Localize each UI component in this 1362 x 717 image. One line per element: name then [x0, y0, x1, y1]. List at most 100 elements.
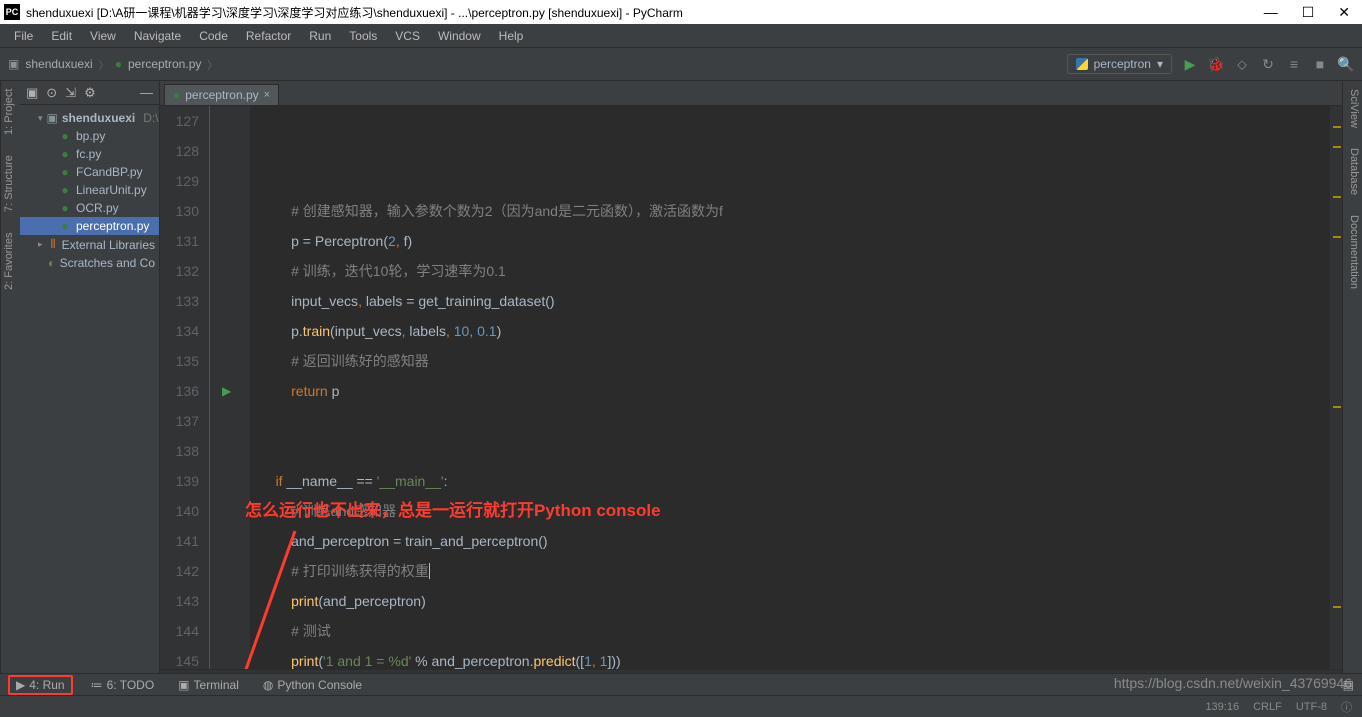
debug-button[interactable]: 🐞 [1208, 56, 1224, 72]
concurrency-button[interactable]: ≡ [1286, 56, 1302, 72]
menu-navigate[interactable]: Navigate [128, 27, 187, 45]
menu-tools[interactable]: Tools [343, 27, 383, 45]
python-file-icon: ● [58, 129, 72, 143]
run-config-label: perceptron [1094, 57, 1151, 71]
chevron-right-icon: 〉 [99, 57, 109, 72]
left-tab-structure[interactable]: 7: Structure [3, 155, 18, 212]
library-icon: ⦀ [49, 237, 58, 252]
menu-view[interactable]: View [84, 27, 122, 45]
python-file-icon: ● [58, 219, 72, 233]
menu-help[interactable]: Help [493, 27, 530, 45]
run-gutter[interactable]: ▶ [210, 106, 250, 669]
folder-icon: ▣ [47, 111, 58, 125]
menu-code[interactable]: Code [193, 27, 234, 45]
menu-file[interactable]: File [8, 27, 39, 45]
stop-button[interactable]: ■ [1312, 56, 1328, 72]
menubar: File Edit View Navigate Code Refactor Ru… [0, 24, 1362, 48]
right-tab-documentation[interactable]: Documentation [1345, 215, 1360, 289]
folder-icon: ▣ [8, 57, 19, 71]
breadcrumb-file[interactable]: perceptron.py [128, 57, 201, 71]
tree-file[interactable]: ●FCandBP.py [20, 163, 159, 181]
list-icon: ≔ [91, 678, 103, 692]
profile-button[interactable]: ↻ [1260, 56, 1276, 72]
terminal-icon: ▣ [178, 678, 189, 692]
play-icon: ▶ [16, 678, 25, 692]
bottom-python-console-button[interactable]: ◍Python Console [257, 677, 368, 693]
file-encoding[interactable]: UTF-8 [1296, 701, 1327, 713]
line-separator[interactable]: CRLF [1253, 701, 1282, 713]
hide-icon[interactable]: — [140, 85, 153, 100]
breadcrumb: ▣ shenduxuexi 〉 ● perceptron.py 〉 [8, 57, 217, 72]
editor-area: ● perceptron.py × 1271281291301311321331… [160, 81, 1342, 689]
project-panel: ▣ ⊙ ⇲ ⚙ — ▾ ▣ shenduxuexi D:\ ●bp.py ●fc… [20, 81, 160, 689]
tree-scratches[interactable]: ◐Scratches and Co [20, 254, 159, 272]
menu-run[interactable]: Run [303, 27, 337, 45]
left-tab-project[interactable]: 1: Project [3, 89, 18, 135]
minimap[interactable] [1330, 106, 1342, 669]
target-icon[interactable]: ⊙ [46, 85, 57, 101]
line-number-gutter: 1271281291301311321331341351361371381391… [160, 106, 210, 669]
python-file-icon: ● [58, 165, 72, 179]
right-tab-database[interactable]: Database [1345, 148, 1360, 195]
window-title: shenduxuexi [D:\A研一课程\机器学习\深度学习\深度学习对应练习… [26, 4, 1264, 21]
tree-root-label: shenduxuexi [62, 111, 135, 125]
tree-file[interactable]: ●LinearUnit.py [20, 181, 159, 199]
chevron-right-icon: ▸ [38, 239, 45, 250]
close-button[interactable]: ✕ [1338, 4, 1350, 21]
code-editor[interactable]: 1271281291301311321331341351361371381391… [160, 106, 1342, 669]
tree-root-hint: D:\ [143, 111, 158, 125]
status-bar: 139:16 CRLF UTF-8 ⓘ [0, 695, 1362, 717]
right-tab-sciview[interactable]: SciView [1345, 89, 1360, 128]
tree-file-selected[interactable]: ●perceptron.py [20, 217, 159, 235]
editor-tab-label: perceptron.py [185, 88, 258, 102]
close-icon[interactable]: × [264, 89, 270, 101]
tree-root[interactable]: ▾ ▣ shenduxuexi D:\ [20, 109, 159, 127]
menu-edit[interactable]: Edit [45, 27, 78, 45]
menu-refactor[interactable]: Refactor [240, 27, 297, 45]
watermark: https://blog.csdn.net/weixin_43769946 [1114, 675, 1352, 691]
python-file-icon: ● [58, 147, 72, 161]
scratches-icon: ◐ [48, 256, 56, 270]
tree-file[interactable]: ●OCR.py [20, 199, 159, 217]
search-button[interactable]: 🔍 [1338, 56, 1354, 72]
bottom-run-button[interactable]: ▶4: Run [8, 675, 73, 695]
maximize-button[interactable]: ☐ [1302, 4, 1315, 21]
run-config-select[interactable]: perceptron ▾ [1067, 54, 1172, 74]
code-area[interactable]: # 创建感知器，输入参数个数为2（因为and是二元函数），激活函数为f p = … [250, 106, 1342, 669]
run-button[interactable]: ▶ [1182, 56, 1198, 72]
breadcrumb-project[interactable]: shenduxuexi [25, 57, 92, 71]
python-file-icon: ● [115, 57, 122, 71]
gear-icon[interactable]: ⚙ [84, 85, 96, 101]
tooltip-icon[interactable]: ⓘ [1341, 699, 1352, 715]
python-icon: ◍ [263, 678, 273, 692]
tree-file[interactable]: ●bp.py [20, 127, 159, 145]
editor-tab[interactable]: ● perceptron.py × [164, 84, 279, 105]
menu-window[interactable]: Window [432, 27, 487, 45]
tree-file[interactable]: ●fc.py [20, 145, 159, 163]
minimize-button[interactable]: — [1264, 4, 1278, 21]
python-file-icon: ● [58, 183, 72, 197]
python-icon [1076, 58, 1088, 70]
menu-vcs[interactable]: VCS [389, 27, 426, 45]
chevron-right-icon: 〉 [207, 57, 217, 72]
right-tool-strip: SciView Database Documentation [1342, 81, 1362, 689]
chevron-down-icon: ▾ [38, 113, 43, 124]
bottom-terminal-button[interactable]: ▣Terminal [172, 677, 245, 693]
python-file-icon: ● [58, 201, 72, 215]
editor-tab-bar: ● perceptron.py × [160, 81, 1342, 106]
project-view-icon[interactable]: ▣ [26, 85, 38, 101]
titlebar: PC shenduxuexi [D:\A研一课程\机器学习\深度学习\深度学习对… [0, 0, 1362, 24]
python-file-icon: ● [173, 88, 180, 102]
caret-position[interactable]: 139:16 [1205, 701, 1239, 713]
tree-external-libs[interactable]: ▸⦀External Libraries [20, 235, 159, 254]
left-tool-strip: 2: Favorites 7: Structure 1: Project [0, 81, 20, 689]
bottom-todo-button[interactable]: ≔6: TODO [85, 677, 161, 693]
coverage-button[interactable]: ⬦ [1234, 56, 1250, 72]
app-icon: PC [4, 4, 20, 20]
chevron-down-icon: ▾ [1157, 57, 1163, 71]
project-panel-toolbar: ▣ ⊙ ⇲ ⚙ — [20, 81, 159, 105]
project-tree[interactable]: ▾ ▣ shenduxuexi D:\ ●bp.py ●fc.py ●FCand… [20, 105, 159, 276]
toolbar: ▣ shenduxuexi 〉 ● perceptron.py 〉 percep… [0, 48, 1362, 81]
collapse-icon[interactable]: ⇲ [65, 85, 76, 101]
left-tab-favorites[interactable]: 2: Favorites [3, 232, 18, 289]
